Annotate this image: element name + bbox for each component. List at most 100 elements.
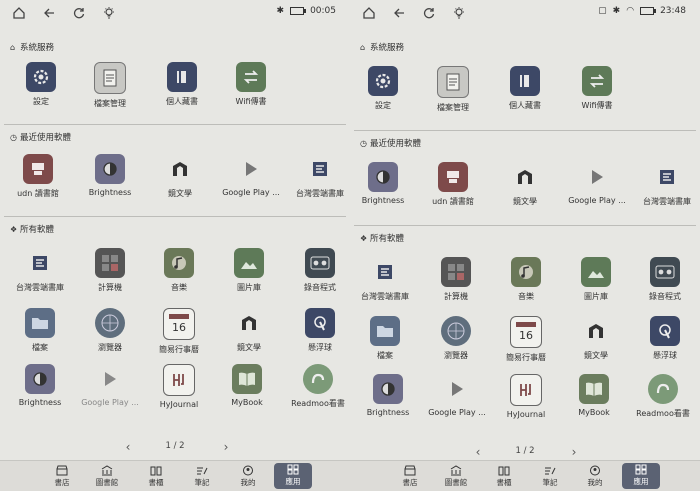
status-bar: ▢ ✱ ◠ 23:48 [598, 6, 686, 16]
nav-bookshelf[interactable]: 書櫃 [134, 464, 178, 488]
files-icon [370, 316, 400, 346]
app-gallery[interactable]: 圖片庫 [216, 248, 282, 293]
nav-library[interactable]: 圖書館 [85, 464, 129, 488]
app-brightness[interactable]: Brightness [355, 374, 421, 417]
music-icon [164, 248, 194, 278]
nav-bookstore[interactable]: 書店 [40, 464, 84, 488]
app-calculator[interactable]: 計算機 [77, 248, 143, 293]
music-icon [511, 257, 541, 287]
battery-icon [290, 7, 307, 15]
app-calendar[interactable]: 16 簡易行事曆 [493, 316, 559, 363]
store-icon [40, 464, 84, 477]
app-google-play[interactable]: Google Play ... [564, 162, 630, 205]
back-icon[interactable] [388, 2, 410, 24]
app-floating-ball[interactable]: 懸浮球 [632, 316, 698, 361]
app-mybook[interactable]: MyBook [561, 374, 627, 417]
app-brightness[interactable]: Brightness [7, 364, 73, 407]
taiwan-cloud-library-icon [652, 162, 682, 192]
home-icon[interactable] [358, 2, 380, 24]
refresh-icon[interactable] [68, 2, 90, 24]
app-taiwan-cloud-library[interactable]: 台灣雲端書庫 [634, 162, 700, 207]
app-calculator[interactable]: 計算機 [423, 257, 489, 302]
app-udn-library[interactable]: udn 讀書館 [420, 162, 486, 207]
hyjournal-icon [510, 374, 542, 406]
chevron-right-icon[interactable]: › [562, 443, 586, 461]
back-icon[interactable] [38, 2, 60, 24]
personal-library-icon [510, 66, 540, 96]
nav-apps[interactable]: 應用 [622, 463, 660, 489]
app-mirror-fiction[interactable]: 鏡文學 [147, 154, 213, 199]
app-recorder[interactable]: 錄音程式 [632, 257, 698, 302]
app-mirror-fiction[interactable]: 鏡文學 [492, 162, 558, 207]
chevron-right-icon[interactable]: › [214, 438, 238, 456]
divider [354, 130, 696, 131]
app-recorder[interactable]: 錄音程式 [287, 248, 350, 293]
apps-grid-icon [622, 463, 660, 476]
home-icon: ⌂ [360, 42, 366, 52]
app-google-play[interactable]: Google Play ... [424, 374, 490, 417]
clock-icon: ◷ [10, 132, 17, 142]
app-readmoo[interactable]: Readmoo看書 [630, 374, 696, 419]
app-udn-library[interactable]: udn 讀書館 [5, 154, 71, 199]
app-personal-library[interactable]: 個人藏書 [149, 62, 215, 107]
app-hyjournal[interactable]: HyJournal [146, 364, 212, 409]
app-gallery[interactable]: 圖片庫 [563, 257, 629, 302]
app-floating-ball[interactable]: 懸浮球 [287, 308, 350, 353]
bookshelf-icon [482, 464, 526, 477]
app-files[interactable]: 檔案 [352, 316, 418, 361]
calendar-icon: 16 [163, 308, 195, 340]
app-brightness[interactable]: Brightness [77, 154, 143, 197]
app-taiwan-cloud-library[interactable]: 台灣雲端書庫 [352, 257, 418, 302]
section-recent-apps: ◷ 最近使用軟體 [10, 132, 72, 144]
nav-notes[interactable]: 筆記 [180, 464, 224, 488]
app-mirror-fiction[interactable]: 鏡文學 [563, 316, 629, 361]
google-play-icon [442, 374, 472, 404]
nav-library[interactable]: 圖書館 [434, 464, 478, 488]
svg-text:16: 16 [519, 329, 533, 342]
calendar-icon: 16 [510, 316, 542, 348]
refresh-icon[interactable] [418, 2, 440, 24]
app-taiwan-cloud-library[interactable]: 台灣雲端書庫 [287, 154, 350, 199]
nav-notes[interactable]: 筆記 [528, 464, 572, 488]
nav-bookstore[interactable]: 書店 [388, 464, 432, 488]
bottom-nav: 書店 圖書館 書櫃 筆記 我的 應用 [350, 460, 700, 491]
app-wifi-transfer[interactable]: Wifi傳書 [218, 62, 284, 107]
app-browser[interactable]: 瀏覽器 [423, 316, 489, 361]
app-file-manager[interactable]: 檔案管理 [77, 62, 143, 109]
app-google-play[interactable]: Google Play ... [77, 364, 143, 407]
app-wifi-transfer[interactable]: Wifi傳書 [564, 66, 630, 111]
section-system-services: ⌂ 系統服務 [360, 42, 405, 54]
app-personal-library[interactable]: 個人藏書 [492, 66, 558, 111]
nav-profile[interactable]: 我的 [573, 464, 617, 488]
app-files[interactable]: 檔案 [7, 308, 73, 353]
page-indicator: 1 / 2 [515, 446, 535, 456]
app-hyjournal[interactable]: HyJournal [493, 374, 559, 419]
nav-profile[interactable]: 我的 [226, 464, 270, 488]
clock: 23:48 [660, 6, 686, 16]
app-music[interactable]: 音樂 [146, 248, 212, 293]
frontlight-icon[interactable] [98, 2, 120, 24]
app-mirror-fiction[interactable]: 鏡文學 [216, 308, 282, 353]
bottom-nav: 書店 圖書館 書櫃 筆記 我的 應用 [0, 460, 350, 491]
nav-apps[interactable]: 應用 [274, 463, 312, 489]
app-file-manager[interactable]: 檔案管理 [420, 66, 486, 113]
app-calendar[interactable]: 16 簡易行事曆 [146, 308, 212, 355]
app-music[interactable]: 音樂 [493, 257, 559, 302]
app-taiwan-cloud-library[interactable]: 台灣雲端書庫 [7, 248, 73, 293]
app-browser[interactable]: 瀏覽器 [77, 308, 143, 353]
frontlight-icon[interactable] [448, 2, 470, 24]
app-mybook[interactable]: MyBook [214, 364, 280, 407]
nav-bookshelf[interactable]: 書櫃 [482, 464, 526, 488]
app-readmoo[interactable]: Readmoo看書 [285, 364, 350, 409]
taiwan-cloud-library-icon [25, 248, 55, 278]
app-google-play[interactable]: Google Play ... [218, 154, 284, 197]
app-settings[interactable]: 設定 [350, 66, 416, 111]
profile-icon [226, 464, 270, 477]
home-icon[interactable] [8, 2, 30, 24]
readmoo-icon [648, 374, 678, 404]
page-indicator: 1 / 2 [165, 441, 185, 451]
profile-icon [573, 464, 617, 477]
app-settings[interactable]: 設定 [8, 62, 74, 107]
settings-icon [368, 66, 398, 96]
app-brightness[interactable]: Brightness [350, 162, 416, 205]
